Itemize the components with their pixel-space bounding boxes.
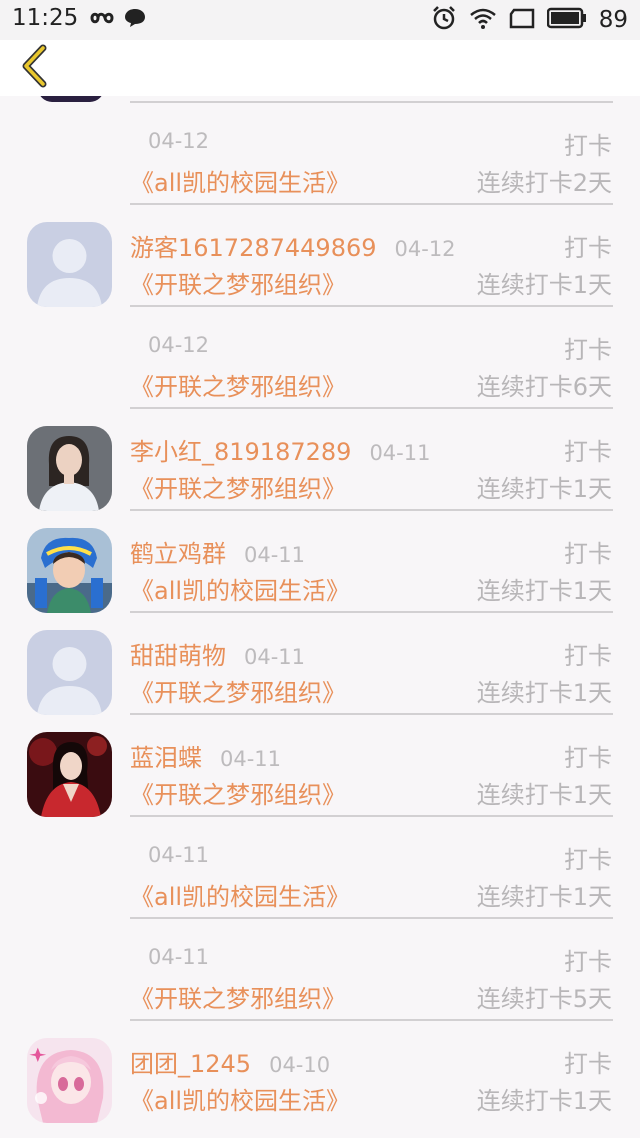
alarm-icon (431, 5, 457, 35)
battery-level: 89 (598, 7, 628, 33)
name-line: 甜甜萌物 04-11 (130, 636, 305, 671)
name-line: 蓝泪蝶 04-11 (130, 738, 281, 773)
entry-date: 04-12 (394, 237, 456, 261)
infinity-icon (88, 9, 116, 31)
entry-date: 04-11 (148, 843, 210, 867)
streak-count: 连续打卡1天 (476, 1087, 612, 1115)
entry-action: 打卡 (564, 642, 612, 670)
entry-action: 打卡 (564, 540, 612, 568)
list-item[interactable]: 甜甜萌物 04-11 打卡 《开联之梦邪组织》 连续打卡1天 (0, 606, 640, 715)
user-name[interactable]: 甜甜萌物 (130, 636, 226, 671)
entry-date: 04-11 (244, 543, 306, 567)
streak-count: 连续打卡1天 (476, 271, 612, 299)
anime-girl-icon (27, 1038, 112, 1123)
chat-bubble-icon (124, 8, 146, 32)
entry-action: 打卡 (564, 846, 612, 874)
streak-count: 连续打卡6天 (476, 373, 612, 401)
group-link[interactable]: 《开联之梦邪组织》 (130, 265, 346, 300)
group-link[interactable]: 《开联之梦邪组织》 (130, 673, 346, 708)
list-item[interactable]: 04-12 打卡 《all凯的校园生活》 连续打卡2天 (0, 96, 640, 205)
streak-count: 连续打卡1天 (476, 475, 612, 503)
list-item[interactable]: 04-11 打卡 《all凯的校园生活》 连续打卡1天 (0, 810, 640, 919)
avatar[interactable] (27, 630, 112, 715)
group-link[interactable]: 《开联之梦邪组织》 (130, 979, 346, 1014)
entry-date: 04-12 (148, 129, 210, 153)
streak-count: 连续打卡5天 (476, 985, 612, 1013)
group-link[interactable]: 《开联之梦邪组织》 (130, 367, 346, 402)
status-bar: 11:25 89 (0, 0, 640, 40)
group-link[interactable]: 《all凯的校园生活》 (130, 571, 350, 606)
avatar[interactable] (27, 222, 112, 307)
battery-icon (546, 7, 587, 33)
entry-action: 打卡 (564, 234, 612, 262)
name-line: 团团_1245 04-10 (130, 1044, 330, 1079)
list-item[interactable]: 游客1617287449869 04-12 打卡 《开联之梦邪组织》 连续打卡1… (0, 198, 640, 307)
list-item[interactable]: 团团_1245 04-10 打卡 《all凯的校园生活》 连续打卡1天 (0, 1014, 640, 1123)
window-icon (509, 7, 535, 33)
streak-count: 连续打卡1天 (476, 883, 612, 911)
user-name[interactable]: 鹤立鸡群 (130, 534, 226, 569)
default-user-avatar-icon (27, 630, 112, 715)
entry-date: 04-10 (269, 1053, 331, 1077)
list-item[interactable]: 04-11 打卡 《开联之梦邪组织》 连续打卡5天 (0, 912, 640, 1021)
streak-count: 连续打卡1天 (476, 679, 612, 707)
user-name[interactable]: 团团_1245 (130, 1044, 251, 1079)
name-line: 游客1617287449869 04-12 (130, 228, 456, 263)
entry-action: 打卡 (564, 1050, 612, 1078)
entry-action: 打卡 (564, 744, 612, 772)
list-item[interactable]: 蓝泪蝶 04-11 打卡 《开联之梦邪组织》 连续打卡1天 (0, 708, 640, 817)
entry-action: 打卡 (564, 948, 612, 976)
status-right-icons: 89 (431, 5, 628, 35)
photo-woman-icon (27, 426, 112, 511)
avatar[interactable] (27, 732, 112, 817)
photo-woman-red-icon (27, 732, 112, 817)
entry-date: 04-12 (148, 333, 210, 357)
checkin-list[interactable]: 04-12 打卡 《all凯的校园生活》 连续打卡2天 游客1617287449… (0, 96, 640, 1138)
status-left-icons (88, 8, 146, 32)
avatar[interactable] (27, 426, 112, 511)
name-line: 李小红_819187289 04-11 (130, 432, 430, 467)
status-time: 11:25 (12, 5, 79, 31)
header (0, 40, 640, 96)
entry-action: 打卡 (564, 438, 612, 466)
streak-count: 连续打卡1天 (476, 577, 612, 605)
chevron-left-icon (19, 44, 49, 92)
default-user-avatar-icon (27, 222, 112, 307)
back-button[interactable] (14, 44, 54, 92)
entry-action: 打卡 (564, 336, 612, 364)
avatar[interactable] (27, 528, 112, 613)
streak-count: 连续打卡1天 (476, 781, 612, 809)
list-item[interactable]: 鹤立鸡群 04-11 打卡 《all凯的校园生活》 连续打卡1天 (0, 504, 640, 613)
list-item[interactable]: 04-12 打卡 《开联之梦邪组织》 连续打卡6天 (0, 300, 640, 409)
user-name[interactable]: 游客1617287449869 (130, 228, 377, 263)
group-link[interactable]: 《all凯的校园生活》 (130, 877, 350, 912)
wifi-icon (469, 7, 497, 33)
group-link[interactable]: 《all凯的校园生活》 (130, 1081, 350, 1116)
group-link[interactable]: 《all凯的校园生活》 (130, 163, 350, 198)
entry-date: 04-11 (220, 747, 282, 771)
entry-action: 打卡 (564, 132, 612, 160)
entry-date: 04-11 (148, 945, 210, 969)
photo-child-icon (27, 528, 112, 613)
entry-date: 04-11 (244, 645, 306, 669)
user-name[interactable]: 蓝泪蝶 (130, 738, 202, 773)
avatar[interactable] (27, 1038, 112, 1123)
streak-count: 连续打卡2天 (476, 169, 612, 197)
user-name[interactable]: 李小红_819187289 (130, 432, 351, 467)
entry-date: 04-11 (369, 441, 431, 465)
group-link[interactable]: 《开联之梦邪组织》 (130, 469, 346, 504)
list-item[interactable]: 李小红_819187289 04-11 打卡 《开联之梦邪组织》 连续打卡1天 (0, 402, 640, 511)
name-line: 鹤立鸡群 04-11 (130, 534, 305, 569)
group-link[interactable]: 《开联之梦邪组织》 (130, 775, 346, 810)
